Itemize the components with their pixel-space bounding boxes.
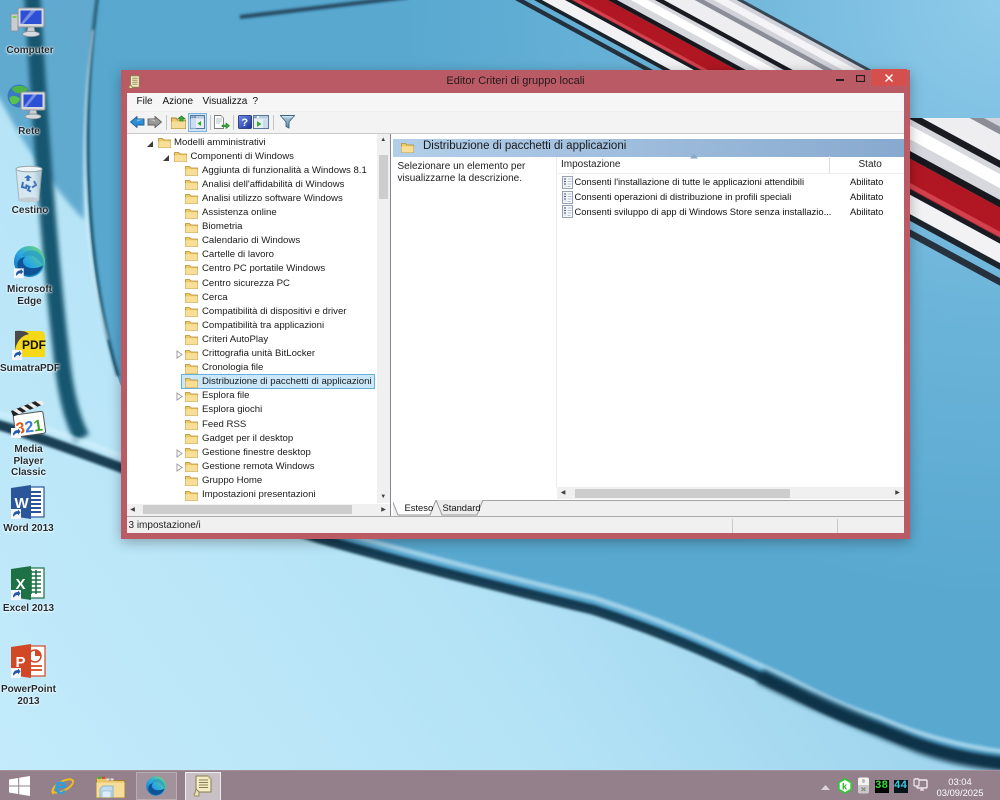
- svg-text:PDF: PDF: [22, 338, 46, 352]
- svg-text:Standard: Standard: [442, 502, 480, 513]
- svg-text:Esteso: Esteso: [404, 502, 433, 513]
- svg-text:?: ?: [241, 117, 248, 129]
- svg-text:e: e: [54, 774, 67, 798]
